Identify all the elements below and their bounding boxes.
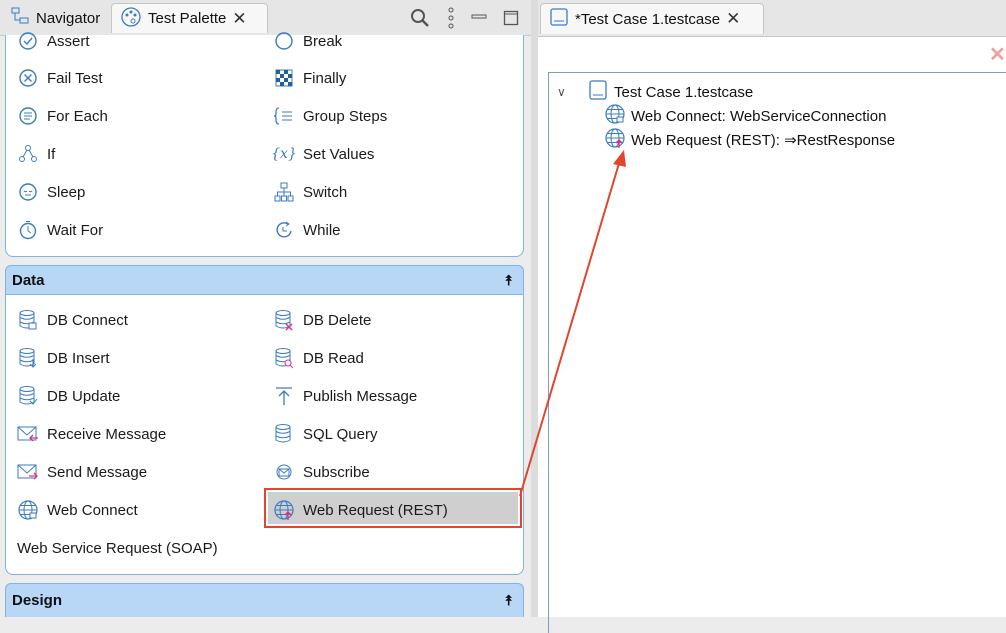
drag-arrow-annotation [519, 150, 626, 497]
